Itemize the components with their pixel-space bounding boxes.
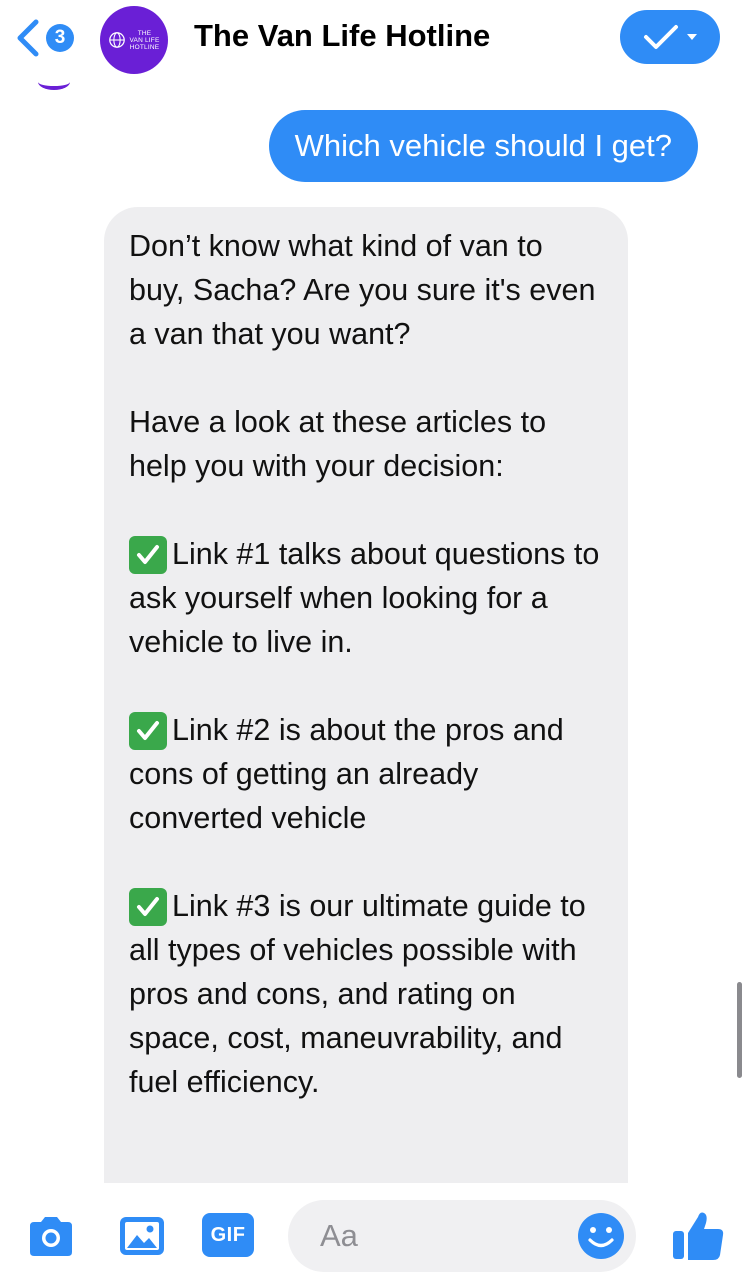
avatar-logo-text: THE VAN LIFE HOTLINE [129, 30, 159, 51]
thumbs-up-button[interactable] [668, 1205, 728, 1265]
received-message-bubble[interactable]: Don’t know what kind of van to buy, Sach… [104, 207, 628, 1197]
conversation-title[interactable]: The Van Life Hotline [194, 18, 490, 54]
check-mark-emoji-icon [129, 712, 167, 750]
conversation-header: 3 THE VAN LIFE HOTLINE The Van Life Hotl… [0, 0, 750, 78]
message-input[interactable]: Aa [288, 1200, 636, 1272]
link-item-1[interactable]: Link #1 talks about questions to ask you… [129, 532, 604, 664]
sent-message-bubble[interactable]: Which vehicle should I get? [268, 110, 698, 182]
smiley-icon [578, 1213, 624, 1259]
avatar-logo-line: THE VAN LIFE HOTLINE [129, 29, 160, 51]
gif-button[interactable]: GIF [202, 1213, 254, 1257]
link-item-text: Link #2 is about the pros and cons of ge… [129, 713, 564, 835]
camera-button[interactable] [26, 1213, 76, 1259]
composer-bar: GIF Aa [0, 1183, 750, 1287]
avatar-divider-accent [38, 74, 70, 90]
chevron-down-icon [687, 34, 697, 40]
checkmark-icon [644, 25, 678, 49]
link-item-2[interactable]: Link #2 is about the pros and cons of ge… [129, 708, 604, 840]
link-item-3[interactable]: Link #3 is our ultimate guide to all typ… [129, 884, 604, 1104]
verified-dropdown-button[interactable] [620, 10, 720, 64]
check-mark-emoji-icon [129, 536, 167, 574]
thumbs-up-icon [673, 1212, 724, 1260]
check-mark-emoji-icon [129, 888, 167, 926]
scrollbar[interactable] [737, 982, 742, 1078]
message-paragraph: Don’t know what kind of van to buy, Sach… [129, 229, 596, 351]
emoji-button[interactable] [576, 1211, 626, 1261]
camera-icon [30, 1217, 72, 1256]
photo-button[interactable] [117, 1213, 167, 1259]
avatar[interactable]: THE VAN LIFE HOTLINE [100, 6, 168, 74]
link-item-text: Link #3 is our ultimate guide to all typ… [129, 889, 586, 1099]
back-button[interactable]: 3 [14, 14, 84, 62]
unread-count-badge: 3 [46, 24, 74, 52]
message-paragraph: Have a look at these articles to help yo… [129, 405, 547, 483]
message-input-placeholder: Aa [320, 1218, 358, 1253]
photo-icon [120, 1217, 164, 1255]
chevron-left-icon [17, 19, 39, 57]
globe-logo-icon [109, 32, 126, 48]
link-item-text: Link #1 talks about questions to ask you… [129, 537, 600, 659]
